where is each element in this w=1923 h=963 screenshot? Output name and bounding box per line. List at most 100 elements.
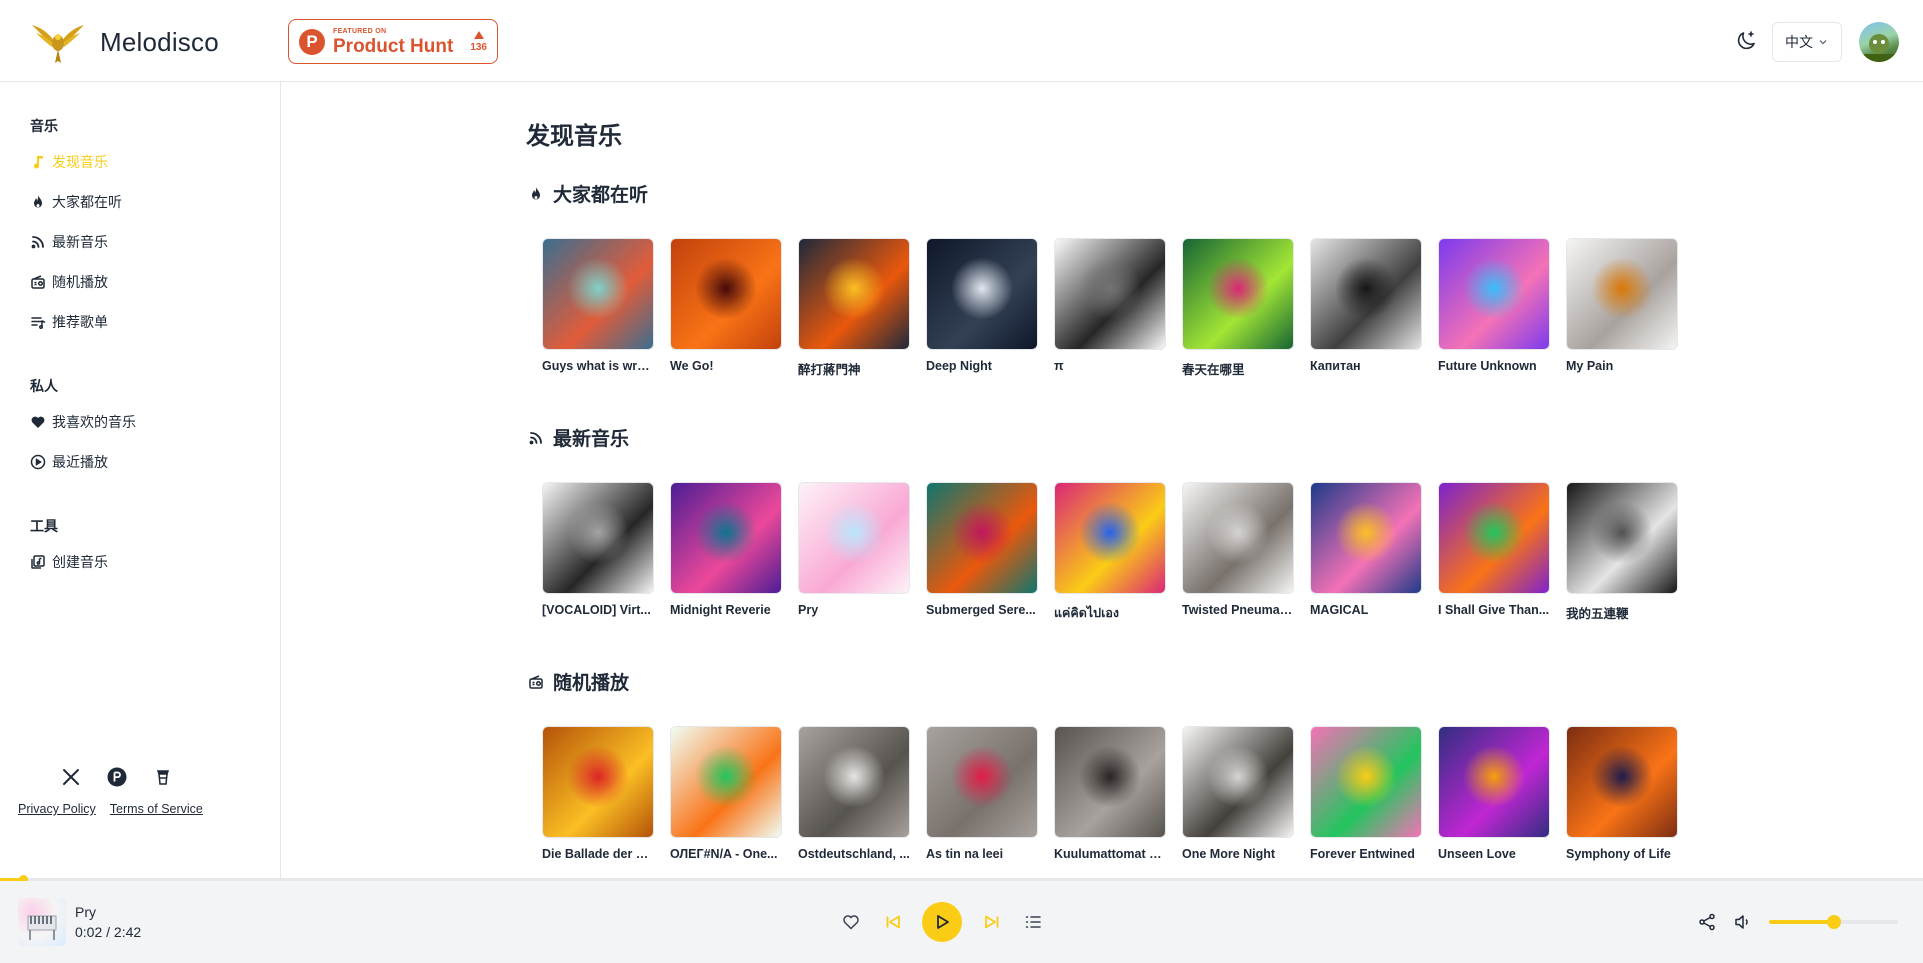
song-card[interactable]: 醉打蔣門神 xyxy=(798,238,910,378)
song-title[interactable]: Ostdeutschland, ... xyxy=(798,847,910,861)
brand[interactable]: Melodisco xyxy=(28,19,219,65)
x-twitter-icon[interactable] xyxy=(60,766,82,788)
song-card[interactable]: π xyxy=(1054,238,1166,378)
song-card[interactable]: 我的五連鞭 xyxy=(1566,482,1678,623)
dark-mode-toggle[interactable] xyxy=(1734,29,1758,53)
song-title[interactable]: Submerged Sere... xyxy=(926,603,1038,617)
song-title[interactable]: π xyxy=(1054,359,1166,373)
song-cover-image[interactable] xyxy=(1182,238,1294,350)
song-title[interactable]: 我的五連鞭 xyxy=(1566,603,1678,622)
language-select[interactable]: 中文 xyxy=(1772,22,1842,62)
song-cover-image[interactable] xyxy=(542,482,654,594)
volume-slider-knob[interactable] xyxy=(1826,915,1841,929)
like-button[interactable] xyxy=(840,881,862,963)
song-title[interactable]: Deep Night xyxy=(926,359,1038,373)
next-track-button[interactable] xyxy=(981,881,1003,963)
now-playing-cover[interactable] xyxy=(18,898,66,946)
sidebar-item-discover[interactable]: 发现音乐 xyxy=(30,152,108,172)
song-title[interactable]: แค่คิดไปเอง xyxy=(1054,603,1166,623)
song-card[interactable]: We Go! xyxy=(670,238,782,378)
song-cover-image[interactable] xyxy=(1566,726,1678,838)
song-cover-image[interactable] xyxy=(1310,726,1422,838)
terms-of-service-link[interactable]: Terms of Service xyxy=(110,802,203,816)
song-cover-image[interactable] xyxy=(798,726,910,838)
song-card[interactable]: Kuulumattomat S... xyxy=(1054,726,1166,861)
play-pause-button[interactable] xyxy=(922,902,962,942)
song-title[interactable]: Pry xyxy=(798,603,910,617)
song-cover-image[interactable] xyxy=(542,726,654,838)
song-card[interactable]: Submerged Sere... xyxy=(926,482,1038,623)
song-card[interactable]: ОЛЕГ#N/A - One... xyxy=(670,726,782,861)
sidebar-item-trending[interactable]: 大家都在听 xyxy=(30,192,122,212)
song-card[interactable]: Die Ballade der N... xyxy=(542,726,654,861)
share-button[interactable] xyxy=(1696,881,1718,963)
song-cover-image[interactable] xyxy=(670,482,782,594)
user-avatar[interactable] xyxy=(1859,22,1899,62)
sidebar-item-latest[interactable]: 最新音乐 xyxy=(30,232,108,252)
song-title[interactable]: 春天在哪里 xyxy=(1182,359,1294,378)
song-title[interactable]: ОЛЕГ#N/A - One... xyxy=(670,847,782,861)
song-title[interactable]: Forever Entwined xyxy=(1310,847,1422,861)
song-title[interactable]: Kuulumattomat S... xyxy=(1054,847,1166,861)
song-title[interactable]: Guys what is wro... xyxy=(542,359,654,373)
song-cover-image[interactable] xyxy=(1310,238,1422,350)
song-title[interactable]: One More Night xyxy=(1182,847,1294,861)
song-title[interactable]: Unseen Love xyxy=(1438,847,1550,861)
sidebar-item-recent[interactable]: 最近播放 xyxy=(30,452,108,472)
song-cover-image[interactable] xyxy=(798,238,910,350)
song-card[interactable]: Midnight Reverie xyxy=(670,482,782,623)
song-title[interactable]: As tin na leei xyxy=(926,847,1038,861)
song-card[interactable]: Future Unknown xyxy=(1438,238,1550,378)
song-card[interactable]: แค่คิดไปเอง xyxy=(1054,482,1166,623)
song-cover-image[interactable] xyxy=(926,238,1038,350)
song-title[interactable]: Future Unknown xyxy=(1438,359,1550,373)
product-hunt-link-icon[interactable] xyxy=(106,766,128,788)
volume-button[interactable] xyxy=(1732,881,1754,963)
song-cover-image[interactable] xyxy=(1566,482,1678,594)
song-cover-image[interactable] xyxy=(1438,726,1550,838)
privacy-policy-link[interactable]: Privacy Policy xyxy=(18,802,96,816)
song-cover-image[interactable] xyxy=(1566,238,1678,350)
song-cover-image[interactable] xyxy=(1182,482,1294,594)
volume-slider[interactable] xyxy=(1769,915,1898,929)
song-cover-image[interactable] xyxy=(1310,482,1422,594)
song-title[interactable]: MAGICAL xyxy=(1310,603,1422,617)
song-cover-image[interactable] xyxy=(1054,482,1166,594)
song-card[interactable]: 春天在哪里 xyxy=(1182,238,1294,378)
song-card[interactable]: MAGICAL xyxy=(1310,482,1422,623)
sidebar-item-playlists[interactable]: 推荐歌单 xyxy=(30,312,108,332)
song-cover-image[interactable] xyxy=(1438,238,1550,350)
queue-button[interactable] xyxy=(1022,881,1044,963)
song-cover-image[interactable] xyxy=(926,726,1038,838)
song-card[interactable]: I Shall Give Than... xyxy=(1438,482,1550,623)
sidebar-item-liked[interactable]: 我喜欢的音乐 xyxy=(30,412,136,432)
song-title[interactable]: We Go! xyxy=(670,359,782,373)
song-title[interactable]: Midnight Reverie xyxy=(670,603,782,617)
song-card[interactable]: Unseen Love xyxy=(1438,726,1550,861)
previous-track-button[interactable] xyxy=(882,881,904,963)
song-card[interactable]: [VOCALOID] Virt... xyxy=(542,482,654,623)
song-cover-image[interactable] xyxy=(798,482,910,594)
product-hunt-badge[interactable]: P FEATURED ON Product Hunt 136 xyxy=(288,19,498,64)
sidebar-item-shuffle[interactable]: 随机播放 xyxy=(30,272,108,292)
song-title[interactable]: I Shall Give Than... xyxy=(1438,603,1550,617)
song-title[interactable]: My Pain xyxy=(1566,359,1678,373)
song-title[interactable]: Капитан xyxy=(1310,359,1422,373)
coffee-cup-icon[interactable] xyxy=(152,766,174,788)
song-card[interactable]: Капитан xyxy=(1310,238,1422,378)
song-title[interactable]: 醉打蔣門神 xyxy=(798,359,910,378)
song-cover-image[interactable] xyxy=(1054,238,1166,350)
song-card[interactable]: As tin na leei xyxy=(926,726,1038,861)
song-cover-image[interactable] xyxy=(1182,726,1294,838)
song-cover-image[interactable] xyxy=(1054,726,1166,838)
sidebar-item-create[interactable]: 创建音乐 xyxy=(30,552,108,572)
song-cover-image[interactable] xyxy=(1438,482,1550,594)
song-card[interactable]: My Pain xyxy=(1566,238,1678,378)
song-card[interactable]: Forever Entwined xyxy=(1310,726,1422,861)
song-title[interactable]: [VOCALOID] Virt... xyxy=(542,603,654,617)
song-title[interactable]: Symphony of Life xyxy=(1566,847,1678,861)
song-card[interactable]: Twisted Pneumat... xyxy=(1182,482,1294,623)
song-card[interactable]: One More Night xyxy=(1182,726,1294,861)
song-card[interactable]: Guys what is wro... xyxy=(542,238,654,378)
song-cover-image[interactable] xyxy=(670,726,782,838)
